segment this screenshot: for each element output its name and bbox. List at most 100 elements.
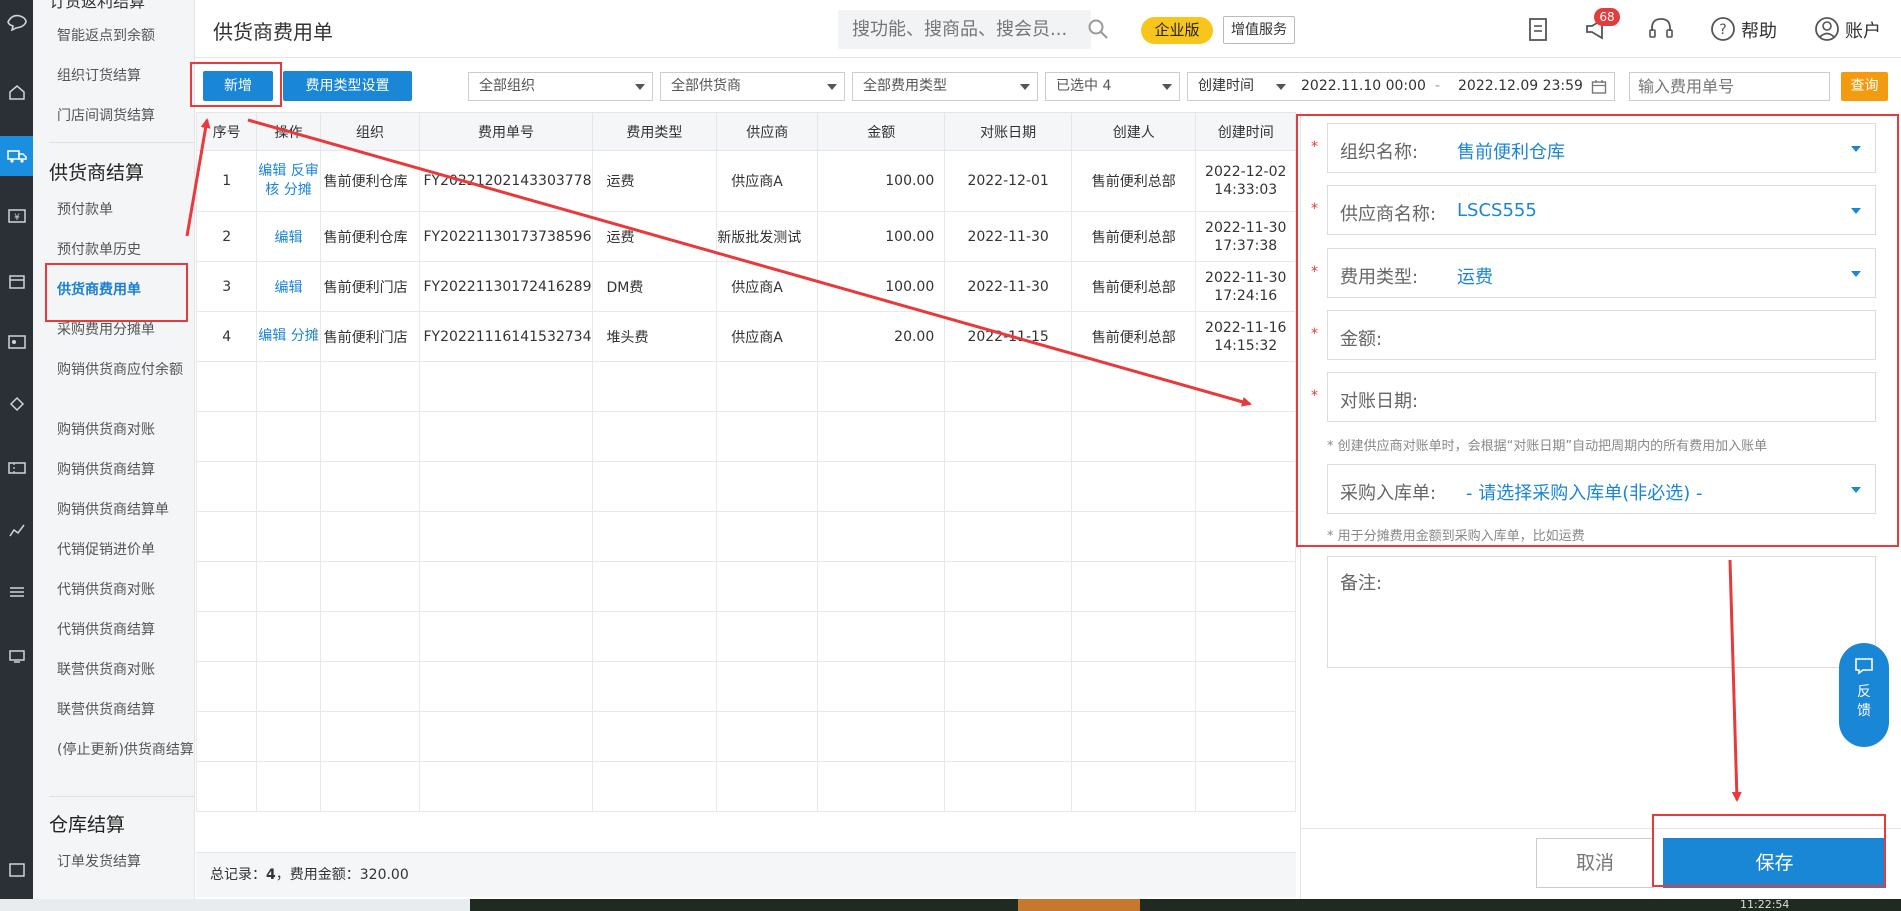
empty-row	[196, 411, 1296, 462]
device-icon[interactable]	[0, 636, 33, 676]
value-added-services-button[interactable]: 增值服务	[1223, 16, 1295, 44]
chevron-down-icon	[1851, 271, 1861, 277]
account-link[interactable]: 账户	[1845, 17, 1881, 43]
enterprise-badge[interactable]: 企业版	[1141, 17, 1213, 44]
date-field-select[interactable]: 创建时间	[1198, 73, 1254, 100]
menu-item[interactable]: 代销供货商对账	[57, 580, 194, 600]
home-icon[interactable]	[0, 72, 33, 112]
chevron-down-icon	[1851, 208, 1861, 214]
org-select[interactable]: 全部组织	[468, 72, 653, 101]
edit-link[interactable]: 编辑	[258, 328, 286, 344]
delivery-truck-icon[interactable]	[0, 136, 33, 176]
purchase-receipt-label: 采购入库单:	[1340, 483, 1437, 504]
menu-item[interactable]: 联营供货商对账	[57, 660, 194, 680]
box-icon[interactable]	[0, 262, 33, 302]
menu-item[interactable]: 订单发货结算	[57, 852, 194, 872]
row-index: 1	[196, 150, 258, 212]
calendar-icon[interactable]	[1591, 79, 1607, 95]
account-avatar-icon[interactable]	[1812, 14, 1842, 44]
supplier-name-select[interactable]: 供应商名称: LSCS555	[1327, 185, 1876, 235]
menu-item[interactable]: 购销供货商结算	[57, 460, 194, 480]
allocate-link[interactable]: 分摊	[284, 182, 312, 198]
menu-item[interactable]: 购销供货商对账	[57, 420, 194, 440]
supplier-select[interactable]: 全部供货商	[660, 72, 845, 101]
menu-item[interactable]: 预付款单历史	[57, 240, 194, 260]
settings-sliders-icon[interactable]	[0, 572, 33, 612]
help-icon[interactable]: ?	[1708, 14, 1738, 44]
date-from[interactable]: 2022.11.10 00:00	[1301, 73, 1426, 100]
cell-org: 售前便利门店	[319, 261, 421, 312]
fee-type-settings-button[interactable]: 费用类型设置	[283, 71, 412, 101]
column-header: 创建时间	[1195, 112, 1296, 151]
edit-link[interactable]: 编辑	[274, 280, 302, 296]
amount-label: 金额:	[1340, 329, 1383, 350]
cell-fee-type: 堆头费	[591, 311, 718, 362]
menu-item[interactable]: (停止更新)供货商结算	[57, 740, 194, 760]
remark-textarea[interactable]: 备注:	[1327, 556, 1876, 668]
supplier-select-value: 全部供货商	[671, 78, 741, 94]
save-button[interactable]: 保存	[1663, 838, 1886, 888]
selected-count-select[interactable]: 已选中 4	[1045, 72, 1180, 101]
clipboard-icon[interactable]	[1523, 14, 1553, 44]
qr-scan-icon[interactable]	[0, 850, 33, 890]
purchase-receipt-select[interactable]: 采购入库单: - 请选择采购入库单(非必选) -	[1327, 464, 1876, 514]
empty-row	[196, 661, 1296, 712]
fee-number-input[interactable]	[1629, 72, 1830, 101]
fee-type-select[interactable]: 全部费用类型	[852, 72, 1038, 101]
menu-item[interactable]: 代销促销进价单	[57, 540, 194, 560]
fee-type-form-select[interactable]: 费用类型: 运费	[1327, 248, 1876, 298]
create-clock: 17:37:38	[1214, 237, 1278, 254]
summary-count-label: 总记录：	[210, 867, 266, 883]
taskbar-app[interactable]	[1018, 899, 1140, 911]
menu-item[interactable]: 预付款单	[57, 200, 194, 220]
cell-create-time: 2022-11-16 14:15:32	[1195, 311, 1296, 362]
menu-item[interactable]: 采购费用分摊单	[57, 320, 194, 340]
date-range-picker[interactable]: 创建时间 2022.11.10 00:00 - 2022.12.09 23:59	[1187, 72, 1615, 101]
table-row[interactable]: 4 编辑 分摊 售前便利门店 FY20221116141532734 堆头费 供…	[196, 311, 1296, 362]
empty-row	[196, 611, 1296, 662]
menu-item[interactable]: 购销供货商应付余额	[57, 360, 194, 380]
menu-item[interactable]: 联营供货商结算	[57, 700, 194, 720]
help-link[interactable]: 帮助	[1741, 17, 1777, 43]
query-button[interactable]: 查询	[1841, 72, 1888, 101]
date-to[interactable]: 2022.12.09 23:59	[1458, 73, 1583, 100]
reconcile-date-field[interactable]: 对账日期:	[1327, 372, 1876, 422]
money-icon[interactable]: ¥	[0, 196, 33, 236]
add-button[interactable]: 新增	[203, 71, 273, 101]
feedback-button[interactable]: 反馈	[1839, 643, 1889, 747]
check-shield-icon[interactable]	[0, 384, 33, 424]
coupon-icon[interactable]	[0, 448, 33, 488]
cell-fee-no: FY20221116141532734	[419, 311, 593, 362]
table-row[interactable]: 1 编辑 反审核 分摊 售前便利仓库 FY20221202143303778 运…	[196, 150, 1296, 212]
edit-link[interactable]: 编辑	[258, 163, 286, 179]
os-taskbar: 11:22:54	[0, 898, 1901, 911]
chart-icon[interactable]	[0, 510, 33, 550]
member-card-icon[interactable]	[0, 322, 33, 362]
create-date: 2022-11-30	[1205, 219, 1287, 236]
table-row[interactable]: 2 编辑 售前便利仓库 FY20221130173738596 运费 新版批发测…	[196, 211, 1296, 262]
edit-link[interactable]: 编辑	[274, 230, 302, 246]
supplier-name-value: LSCS555	[1457, 200, 1537, 221]
org-name-select[interactable]: 组织名称: 售前便利仓库	[1327, 123, 1876, 173]
menu-divider	[49, 142, 194, 143]
menu-item-active[interactable]: 供货商费用单	[57, 280, 194, 300]
logo-icon[interactable]	[0, 2, 33, 42]
column-header: 序号	[196, 112, 258, 151]
cancel-button[interactable]: 取消	[1536, 838, 1654, 888]
headset-support-icon[interactable]	[1646, 14, 1676, 44]
menu-item[interactable]: 购销供货商结算单	[57, 500, 194, 520]
menu-item[interactable]: 代销供货商结算	[57, 620, 194, 640]
fee-type-label: 费用类型:	[1340, 267, 1419, 288]
table-row[interactable]: 3 编辑 售前便利门店 FY20221130172416289 DM费 供应商A…	[196, 261, 1296, 312]
notification-count-badge: 68	[1594, 8, 1620, 26]
amount-field[interactable]: 金额:	[1327, 310, 1876, 360]
purchase-receipt-hint: * 用于分摊费用金额到采购入库单，比如运费	[1327, 529, 1585, 544]
menu-item[interactable]: 组织订货结算	[57, 66, 194, 86]
search-icon[interactable]	[1087, 18, 1109, 40]
menu-item[interactable]: 门店间调货结算	[57, 106, 194, 126]
menu-item[interactable]: 智能返点到余额	[57, 26, 194, 46]
chevron-down-icon	[1020, 84, 1030, 90]
table-summary: 总记录：4，费用金额：320.00	[196, 852, 1296, 897]
allocate-link[interactable]: 分摊	[291, 328, 319, 344]
global-search-input[interactable]	[838, 10, 1091, 49]
